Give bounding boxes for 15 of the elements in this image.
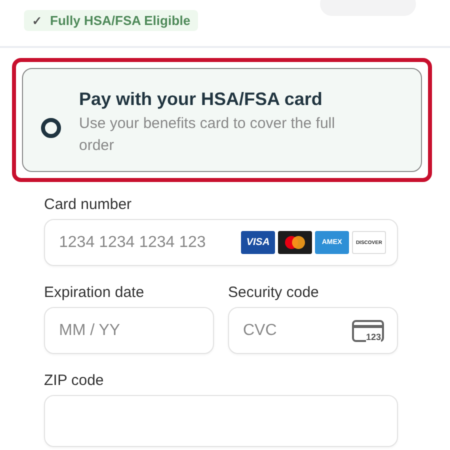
expiration-field[interactable]: MM / YY <box>44 307 214 354</box>
field-label: ZIP code <box>44 372 105 389</box>
option-title: Pay with your HSA/FSA card <box>79 89 324 110</box>
check-icon: ✓ <box>32 14 42 28</box>
field-label: Card number <box>44 196 133 213</box>
field-label: Expiration date <box>44 284 146 301</box>
radio-button[interactable] <box>41 118 61 138</box>
card-brand-icon: VISA <box>241 231 275 254</box>
card-brand-icon <box>278 231 312 254</box>
card-back-icon: 123 <box>352 320 384 342</box>
field-label: Security code <box>228 284 320 301</box>
badge-label: Fully HSA/FSA Eligible <box>50 13 190 28</box>
option-description: Use your benefits card to cover the full order <box>79 114 336 156</box>
payment-option-card[interactable]: Pay with your HSA/FSA card Use your benefits card to cover the full order <box>22 68 422 172</box>
zip-code-field[interactable] <box>44 395 398 447</box>
